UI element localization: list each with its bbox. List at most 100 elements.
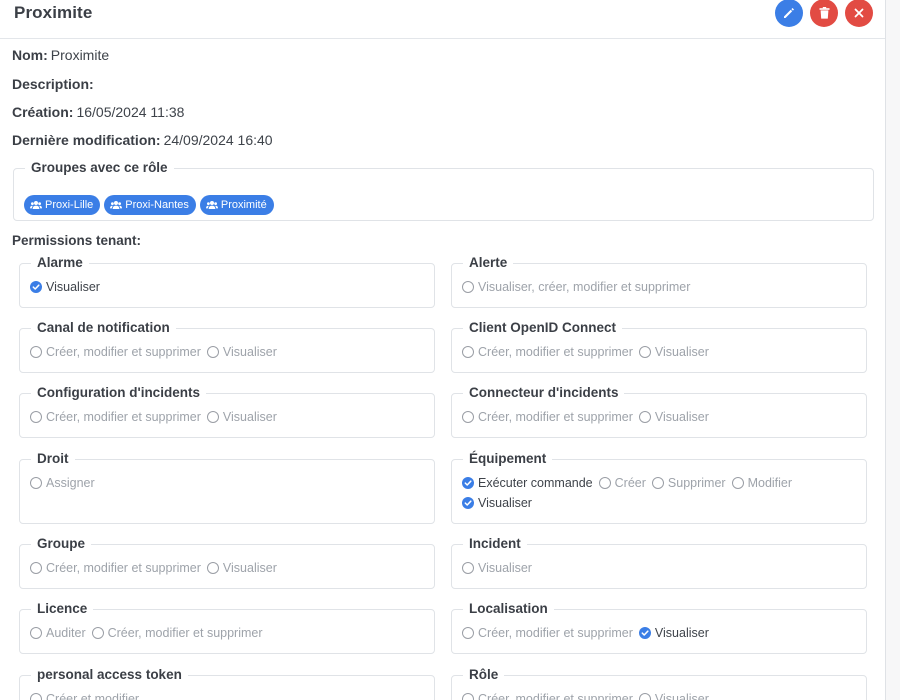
permission-option[interactable]: Créer, modifier et supprimer <box>462 344 633 360</box>
permission-option[interactable]: Créer, modifier et supprimer <box>30 409 201 425</box>
radio-icon[interactable] <box>638 693 651 700</box>
description-label: Description: <box>12 76 94 92</box>
permission-option-label: Créer, modifier et supprimer <box>478 345 633 359</box>
permission-option[interactable]: Supprimer <box>651 475 726 491</box>
check-icon[interactable] <box>30 281 42 293</box>
permission-option-label: Créer et modifier <box>46 692 140 700</box>
permission-options: Exécuter commande Créer Supprimer Modifier V… <box>462 475 860 511</box>
permission-option-label: Créer, modifier et supprimer <box>46 345 201 359</box>
permission-options: Auditer Créer, modifier et supprimer <box>30 625 428 641</box>
permission-option-label: Créer <box>614 476 646 490</box>
permission-title: Connecteur d'incidents <box>463 384 625 401</box>
permission-fieldset: Connecteur d'incidents Créer, modifier et… <box>451 384 867 438</box>
delete-button[interactable] <box>810 0 838 27</box>
radio-icon[interactable] <box>462 562 474 574</box>
permission-option-label: Créer, modifier et supprimer <box>46 561 201 575</box>
radio-icon[interactable] <box>206 562 219 574</box>
permission-option-label: Exécuter commande <box>478 476 593 490</box>
radio-icon[interactable] <box>30 477 42 489</box>
permission-title: Localisation <box>463 600 554 617</box>
permission-options: Créer, modifier et supprimer Visualiser <box>30 344 428 360</box>
permission-option[interactable]: Visualiser <box>638 344 709 360</box>
group-chip[interactable]: Proxi-Lille <box>24 195 101 215</box>
permission-option[interactable]: Créer, modifier et supprimer <box>462 625 633 641</box>
radio-icon[interactable] <box>30 346 42 358</box>
permission-option[interactable]: Créer, modifier et supprimer <box>91 625 263 641</box>
radio-icon[interactable] <box>462 693 474 700</box>
edit-button[interactable] <box>775 0 803 27</box>
groups-legend: Groupes avec ce rôle <box>25 159 174 176</box>
permission-option-label: Visualiser <box>654 410 709 424</box>
check-icon[interactable] <box>462 477 474 489</box>
trash-icon <box>819 7 829 19</box>
permission-option[interactable]: Créer, modifier et supprimer <box>462 409 633 425</box>
radio-icon[interactable] <box>462 346 474 358</box>
check-icon[interactable] <box>462 497 474 509</box>
radio-icon[interactable] <box>651 477 664 489</box>
permission-option-label: Visualiser, créer, modifier et supprimer <box>478 280 691 294</box>
permission-option[interactable]: Visualiser <box>30 279 100 295</box>
group-chip[interactable]: Proxi-Nantes <box>104 195 196 215</box>
permission-options: Créer, modifier et supprimer Visualiser <box>30 409 428 425</box>
radio-icon[interactable] <box>30 411 42 423</box>
permission-option[interactable]: Visualiser <box>638 625 709 641</box>
permission-options: Visualiser <box>30 279 428 295</box>
permission-fieldset: Alerte Visualiser, créer, modifier et sup… <box>451 254 867 308</box>
permission-option[interactable]: Visualiser <box>206 560 277 576</box>
radio-icon[interactable] <box>206 346 219 358</box>
permission-option[interactable]: Assigner <box>30 475 95 491</box>
permission-title: Configuration d'incidents <box>31 384 206 401</box>
permission-option[interactable]: Visualiser <box>462 560 532 576</box>
scrollbar-track[interactable] <box>886 0 900 700</box>
radio-icon[interactable] <box>30 562 42 574</box>
info-created: Création: 16/05/2024 11:38 <box>12 104 184 120</box>
permission-option[interactable]: Créer et modifier <box>30 691 139 700</box>
radio-icon[interactable] <box>731 477 744 489</box>
permission-option[interactable]: Créer <box>598 475 646 491</box>
users-icon <box>205 201 218 209</box>
radio-icon[interactable] <box>638 346 651 358</box>
modified-label: Dernière modification: <box>12 132 161 148</box>
permission-option[interactable]: Modifier <box>731 475 792 491</box>
permission-option-label: Visualiser <box>654 626 709 640</box>
permission-fieldset: personal access token Créer et modifier <box>19 666 435 700</box>
permission-option[interactable]: Créer, modifier et supprimer <box>462 691 633 700</box>
close-button[interactable] <box>845 0 873 27</box>
permission-option[interactable]: Visualiser, créer, modifier et supprimer <box>462 279 690 295</box>
permission-option-label: Visualiser <box>222 410 277 424</box>
permission-option[interactable]: Créer, modifier et supprimer <box>30 560 201 576</box>
radio-icon[interactable] <box>462 281 474 293</box>
permission-option-label: Visualiser <box>478 496 532 510</box>
check-icon[interactable] <box>638 627 651 639</box>
permission-fieldset: Incident Visualiser <box>451 535 867 589</box>
group-chip[interactable]: Proximité <box>199 195 274 215</box>
permission-option[interactable]: Visualiser <box>638 409 709 425</box>
permission-option-label: Créer, modifier et supprimer <box>46 410 201 424</box>
group-chip-label: Proxi-Nantes <box>125 199 189 211</box>
permission-option[interactable]: Visualiser <box>462 495 532 511</box>
permission-title: Client OpenID Connect <box>463 319 623 336</box>
permission-option[interactable]: Créer, modifier et supprimer <box>30 344 201 360</box>
permission-options: Assigner <box>30 475 428 491</box>
group-chips: Proxi-Lille Proxi-Nantes Proximité <box>24 195 274 215</box>
radio-icon[interactable] <box>30 627 42 639</box>
radio-icon[interactable] <box>206 411 219 423</box>
permission-title: personal access token <box>31 666 188 683</box>
permission-title: Alerte <box>463 254 514 271</box>
permission-option[interactable]: Visualiser <box>206 409 277 425</box>
permission-option[interactable]: Exécuter commande <box>462 475 593 491</box>
permission-fieldset: Équipement Exécuter commande Créer Supprime… <box>451 450 867 524</box>
permission-title: Droit <box>31 450 75 467</box>
name-label: Nom: <box>12 47 48 63</box>
radio-icon[interactable] <box>462 411 474 423</box>
radio-icon[interactable] <box>462 627 474 639</box>
radio-icon[interactable] <box>598 477 611 489</box>
radio-icon[interactable] <box>638 411 651 423</box>
radio-icon[interactable] <box>30 693 42 700</box>
permission-title: Incident <box>463 535 527 552</box>
permission-option[interactable]: Visualiser <box>638 691 709 700</box>
permission-option[interactable]: Auditer <box>30 625 86 641</box>
radio-icon[interactable] <box>91 627 104 639</box>
header-actions <box>775 0 873 27</box>
permission-option[interactable]: Visualiser <box>206 344 277 360</box>
